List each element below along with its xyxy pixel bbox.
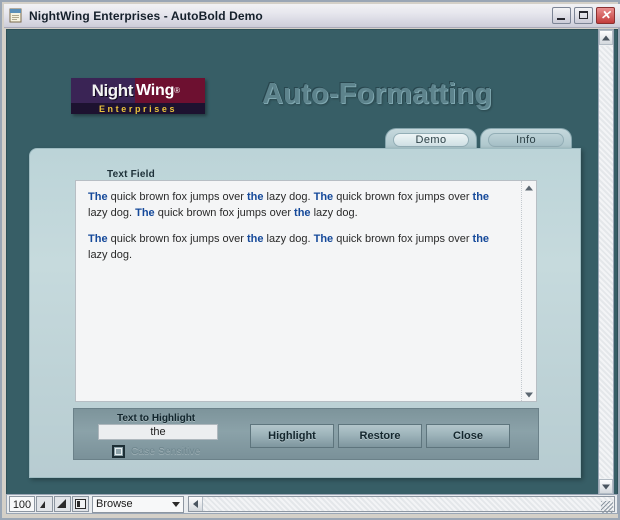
tab-info[interactable]: Info — [480, 128, 572, 150]
chevron-down-icon — [172, 501, 180, 507]
page-title: Auto-Formatting — [262, 78, 493, 110]
action-button-row: Highlight Restore Close — [250, 424, 514, 448]
tab-info-label: Info — [516, 133, 536, 146]
highlighted-word: the — [294, 206, 311, 219]
plain-text-run: quick brown fox jumps over — [333, 191, 473, 203]
scrollbar-track[interactable] — [599, 46, 613, 478]
logo-text-wing: Wing — [136, 81, 175, 99]
plain-text-run: lazy dog. — [310, 206, 358, 219]
text-paragraph: The quick brown fox jumps over the lazy … — [88, 232, 511, 263]
highlighted-word: The — [313, 191, 334, 203]
plain-text-run: quick brown fox jumps over — [107, 191, 247, 203]
plain-text-run: quick brown fox jumps over — [107, 233, 247, 246]
restore-button[interactable]: Restore — [338, 424, 422, 448]
plain-text-run: lazy dog. — [263, 191, 314, 203]
text-field-scrollbar[interactable] — [521, 181, 536, 401]
case-sensitive-checkbox[interactable] — [112, 445, 125, 458]
highlighted-word: The — [313, 233, 334, 246]
minimize-button[interactable] — [552, 7, 571, 24]
case-sensitive-label: Case Sensitive — [131, 446, 201, 457]
logo-right-block: Wing ® — [135, 78, 205, 103]
zoom-out-icon[interactable] — [36, 496, 53, 512]
logo-bottom-row: Enterprises — [71, 103, 205, 114]
work-area: Night Wing ® Enterprises Auto-Formatting … — [6, 29, 618, 495]
text-paragraph: The quick brown fox jumps over the lazy … — [88, 190, 511, 221]
highlighted-word: the — [472, 191, 490, 203]
mode-select[interactable]: Browse — [92, 495, 184, 513]
tab-info-pill: Info — [488, 132, 564, 147]
highlighted-word: The — [88, 233, 108, 246]
case-sensitive-row[interactable]: Case Sensitive — [112, 445, 201, 458]
zoom-in-icon[interactable] — [54, 496, 71, 512]
logo-text-enterprises: Enterprises — [98, 103, 178, 114]
application-window: NightWing Enterprises - AutoBold Demo ✕ … — [0, 0, 620, 520]
tab-bar: Demo Info — [385, 128, 575, 150]
text-field-scroll-up-arrow[interactable] — [522, 181, 536, 194]
close-button-label: Close — [453, 430, 483, 442]
status-bar: 100 Browse — [6, 494, 618, 514]
plain-text-run: quick brown fox jumps over — [333, 233, 473, 246]
scroll-up-arrow[interactable] — [599, 30, 613, 45]
text-field-label: Text Field — [107, 169, 155, 180]
window-vertical-scrollbar[interactable] — [598, 29, 614, 495]
tab-demo[interactable]: Demo — [385, 128, 477, 150]
highlight-button-label: Highlight — [268, 430, 316, 442]
horizontal-scrollbar[interactable] — [188, 496, 615, 512]
plain-text-run: quick brown fox jumps over — [154, 206, 295, 219]
highlight-text-input[interactable]: the — [98, 424, 218, 440]
document-icon — [9, 8, 24, 23]
highlighted-word: The — [135, 206, 155, 219]
zoom-level-value[interactable]: 100 — [9, 496, 35, 512]
logo-text-night: Night — [91, 80, 134, 100]
logo-top-row: Night Wing ® — [71, 78, 205, 103]
highlighted-word: The — [88, 191, 108, 203]
close-button[interactable]: Close — [426, 424, 510, 448]
text-field-scroll-down-arrow[interactable] — [522, 388, 536, 401]
highlighted-word: the — [246, 191, 264, 203]
window-controls: ✕ — [552, 7, 615, 24]
tab-demo-pill: Demo — [393, 132, 469, 147]
maximize-button[interactable] — [574, 7, 593, 24]
window-resize-grip[interactable] — [601, 501, 613, 513]
title-bar[interactable]: NightWing Enterprises - AutoBold Demo ✕ — [4, 4, 620, 28]
highlight-button[interactable]: Highlight — [250, 424, 334, 448]
logo-left-block: Night — [71, 78, 135, 103]
registered-mark: ® — [174, 86, 181, 95]
nightwing-logo: Night Wing ® Enterprises — [71, 78, 205, 114]
plain-text-run: lazy dog. — [88, 206, 136, 219]
layout-toggle-icon[interactable] — [72, 496, 89, 512]
tab-demo-label: Demo — [415, 133, 447, 146]
plain-text-run: lazy dog. — [263, 233, 314, 246]
text-field[interactable]: The quick brown fox jumps over the lazy … — [75, 180, 537, 402]
highlighted-word: the — [246, 233, 264, 246]
scroll-down-arrow[interactable] — [599, 479, 613, 494]
restore-button-label: Restore — [359, 430, 401, 442]
window-title: NightWing Enterprises - AutoBold Demo — [29, 8, 263, 23]
close-window-button[interactable]: ✕ — [596, 7, 615, 24]
scroll-left-arrow[interactable] — [189, 497, 203, 511]
highlighted-word: the — [472, 233, 490, 246]
window-frame: NightWing Enterprises - AutoBold Demo ✕ … — [0, 0, 620, 520]
text-field-content[interactable]: The quick brown fox jumps over the lazy … — [76, 181, 521, 401]
text-to-highlight-label: Text to Highlight — [117, 413, 196, 424]
plain-text-run: lazy dog. — [88, 248, 133, 261]
mode-select-label: Browse — [96, 498, 133, 510]
